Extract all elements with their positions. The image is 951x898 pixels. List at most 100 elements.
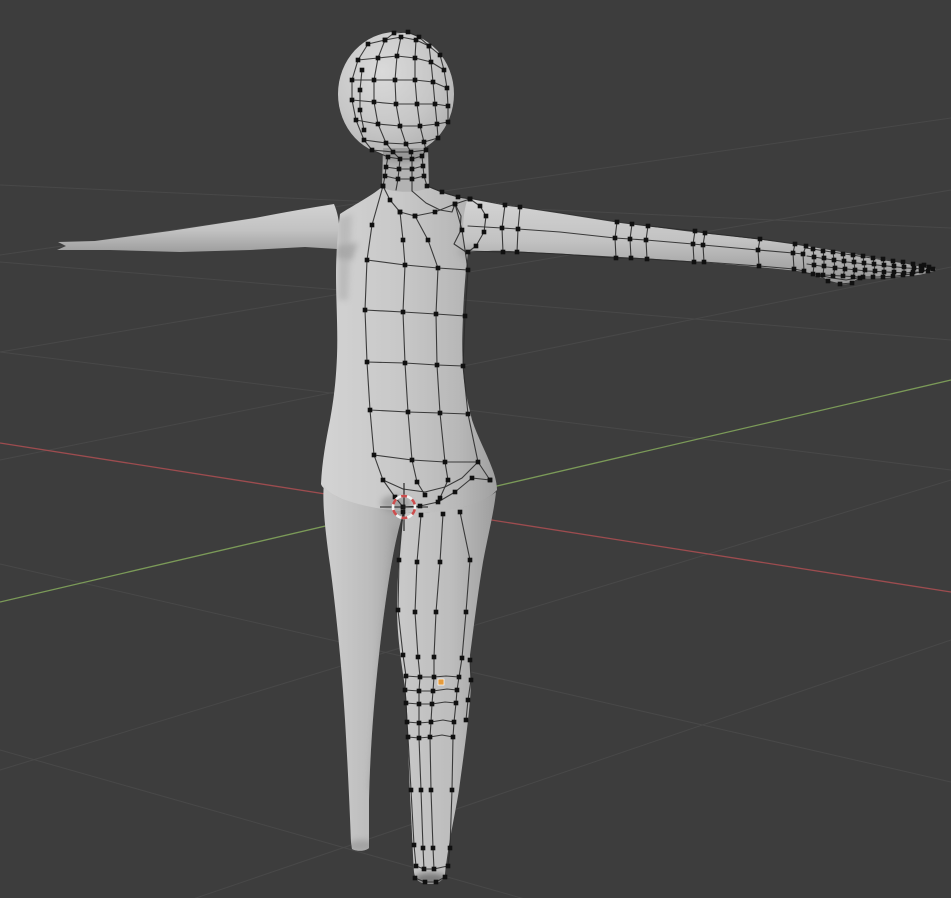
mesh-vertex[interactable] (468, 558, 473, 563)
mesh-vertex[interactable] (358, 108, 363, 113)
mesh-vertex[interactable] (892, 264, 897, 269)
mesh-vertex[interactable] (366, 42, 371, 47)
mesh-vertex[interactable] (832, 258, 837, 263)
mesh-vertex[interactable] (614, 256, 619, 261)
mesh-vertex[interactable] (418, 124, 423, 129)
mesh-vertex[interactable] (372, 100, 377, 105)
mesh-vertex[interactable] (500, 226, 505, 231)
mesh-vertex[interactable] (432, 867, 437, 872)
mesh-vertex[interactable] (413, 56, 418, 61)
mesh-vertex[interactable] (450, 788, 455, 793)
mesh-vertex[interactable] (365, 360, 370, 365)
mesh-vertex[interactable] (381, 184, 386, 189)
mesh-vertex[interactable] (403, 688, 408, 693)
mesh-vertex[interactable] (365, 258, 370, 263)
mesh-vertex[interactable] (862, 261, 867, 266)
mesh-vertex[interactable] (613, 236, 618, 241)
mesh-vertex[interactable] (474, 244, 479, 249)
mesh-vertex[interactable] (811, 272, 816, 277)
mesh-vertex[interactable] (406, 30, 411, 35)
mesh-vertex[interactable] (433, 102, 438, 107)
mesh-vertex[interactable] (393, 78, 398, 83)
mesh-vertex[interactable] (397, 167, 402, 172)
mesh-vertex[interactable] (469, 678, 474, 683)
mesh-vertex[interactable] (455, 688, 460, 693)
mesh-vertex[interactable] (417, 35, 422, 40)
mesh-vertex[interactable] (432, 655, 437, 660)
mesh-vertex[interactable] (350, 78, 355, 83)
mesh-vertex[interactable] (362, 138, 367, 143)
mesh-vertex[interactable] (403, 361, 408, 366)
mesh-vertex[interactable] (416, 655, 421, 660)
mesh-vertex[interactable] (417, 702, 422, 707)
mesh-vertex[interactable] (468, 658, 473, 663)
mesh-vertex[interactable] (404, 142, 409, 147)
mesh-vertex[interactable] (413, 610, 418, 615)
mesh-vertex[interactable] (431, 846, 436, 851)
mesh-vertex[interactable] (383, 174, 388, 179)
mesh-vertex[interactable] (360, 68, 365, 73)
mesh-vertex[interactable] (463, 314, 468, 319)
mesh-vertex[interactable] (404, 701, 409, 706)
mesh-vertex[interactable] (434, 312, 439, 317)
mesh-vertex[interactable] (466, 268, 471, 273)
mesh-vertex[interactable] (457, 675, 462, 680)
mesh-vertex[interactable] (831, 274, 836, 279)
mesh-vertex[interactable] (432, 675, 437, 680)
mesh-vertex[interactable] (446, 478, 451, 483)
mesh-vertex[interactable] (804, 244, 809, 249)
mesh-vertex[interactable] (466, 250, 471, 255)
mesh-vertex[interactable] (902, 265, 907, 270)
mesh-vertex[interactable] (931, 267, 936, 272)
mesh-vertex[interactable] (434, 610, 439, 615)
mesh-vertex[interactable] (841, 252, 846, 257)
mesh-vertex[interactable] (852, 260, 857, 265)
mesh-vertex[interactable] (843, 267, 848, 272)
mesh-vertex[interactable] (428, 735, 433, 740)
mesh-vertex[interactable] (461, 364, 466, 369)
mesh-vertex[interactable] (458, 510, 463, 515)
mesh-vertex[interactable] (403, 263, 408, 268)
mesh-vertex[interactable] (394, 102, 399, 107)
mesh-vertex[interactable] (460, 228, 465, 233)
mesh-vertex[interactable] (438, 496, 443, 501)
mesh-vertex[interactable] (446, 120, 451, 125)
mesh-vertex[interactable] (826, 279, 831, 284)
mesh-vertex[interactable] (413, 214, 418, 219)
mesh-vertex[interactable] (436, 266, 441, 271)
mesh-vertex[interactable] (927, 265, 932, 270)
mesh-vertex[interactable] (464, 610, 469, 615)
mesh-vertex[interactable] (398, 210, 403, 215)
mesh-vertex[interactable] (406, 410, 411, 415)
mesh-vertex[interactable] (456, 195, 461, 200)
mesh-vertex[interactable] (401, 238, 406, 243)
mesh-vertex[interactable] (441, 512, 446, 517)
mesh-vertex[interactable] (443, 875, 448, 880)
mesh-vertex[interactable] (468, 197, 473, 202)
mesh-vertex[interactable] (892, 270, 897, 275)
mesh-vertex[interactable] (701, 243, 706, 248)
mesh-vertex[interactable] (793, 242, 798, 247)
mesh-vertex[interactable] (850, 281, 855, 286)
mesh-vertex[interactable] (410, 458, 415, 463)
mesh-vertex[interactable] (811, 247, 816, 252)
mesh-vertex[interactable] (756, 248, 761, 253)
mesh-vertex[interactable] (646, 224, 651, 229)
mesh-vertex[interactable] (433, 210, 438, 215)
mesh-vertex[interactable] (853, 268, 858, 273)
mesh-vertex[interactable] (871, 256, 876, 261)
mesh-vertex[interactable] (791, 251, 796, 256)
mesh-vertex[interactable] (926, 269, 931, 274)
mesh-vertex[interactable] (445, 86, 450, 91)
mesh-vertex[interactable] (446, 104, 451, 109)
mesh-vertex[interactable] (693, 229, 698, 234)
mesh-vertex[interactable] (842, 259, 847, 264)
mesh-vertex[interactable] (435, 122, 440, 127)
mesh-vertex[interactable] (482, 230, 487, 235)
mesh-vertex[interactable] (628, 237, 633, 242)
mesh-vertex[interactable] (401, 510, 406, 515)
mesh-vertex[interactable] (466, 412, 471, 417)
mesh-vertex[interactable] (413, 876, 418, 881)
mesh-vertex[interactable] (422, 867, 427, 872)
mesh-vertex[interactable] (822, 264, 827, 269)
